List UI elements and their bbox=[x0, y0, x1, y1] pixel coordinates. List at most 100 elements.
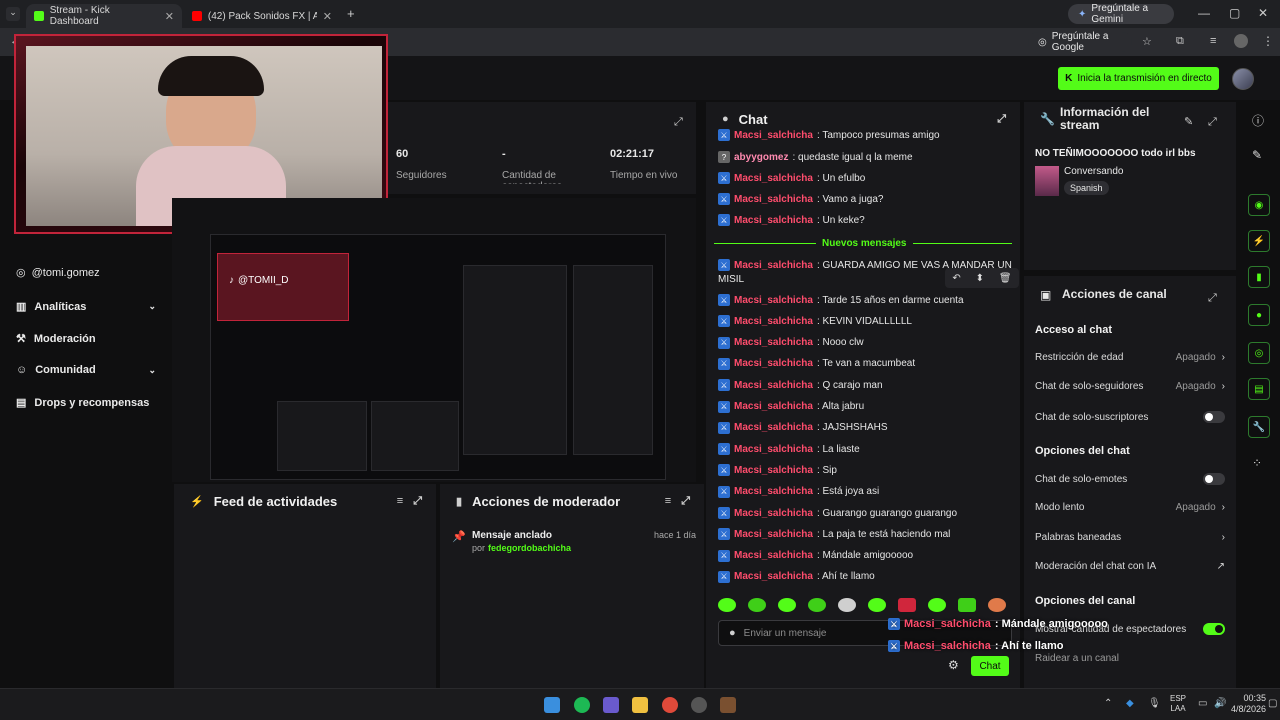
microphone-icon[interactable]: 🎙 bbox=[1148, 698, 1161, 709]
popout-icon[interactable]: ⤢ bbox=[1208, 112, 1217, 130]
maximize-icon[interactable]: ▢ bbox=[1229, 6, 1240, 20]
emote-icon[interactable] bbox=[868, 598, 886, 612]
app-icon[interactable] bbox=[603, 697, 619, 713]
emote-icon[interactable] bbox=[988, 598, 1006, 612]
chat-username[interactable]: Macsi_salchicha bbox=[734, 401, 813, 412]
avatar[interactable] bbox=[1232, 68, 1254, 90]
gear-icon[interactable]: ⚙ bbox=[948, 658, 959, 672]
info-icon[interactable]: ⓘ bbox=[1252, 112, 1264, 129]
minimize-icon[interactable]: — bbox=[1198, 6, 1210, 20]
pinned-by-user[interactable]: fedegordobachicha bbox=[488, 543, 571, 553]
rail-panel-icon[interactable]: ▤ bbox=[1248, 378, 1270, 400]
emote-icon[interactable] bbox=[718, 598, 736, 612]
popout-icon[interactable]: ⤢ bbox=[413, 495, 422, 508]
bookmark-star-icon[interactable]: ☆ bbox=[1142, 35, 1152, 48]
chat-message[interactable]: ⚔ Macsi_salchicha: La paja te está hacien… bbox=[718, 528, 1008, 541]
chat-message[interactable]: ⚔ Macsi_salchicha: Mándale amigooooo bbox=[718, 549, 1008, 562]
slow-mode-row[interactable]: Modo lento Apagado › bbox=[1035, 502, 1225, 513]
popout-icon[interactable]: ⤢ bbox=[997, 113, 1006, 126]
chat-username[interactable]: Macsi_salchicha bbox=[734, 173, 813, 184]
chat-username[interactable]: Macsi_salchicha bbox=[734, 465, 813, 476]
volume-icon[interactable]: 🔊 bbox=[1214, 698, 1226, 709]
chrome-icon[interactable] bbox=[662, 697, 678, 713]
tab-search-icon[interactable]: ⌄ bbox=[6, 7, 20, 21]
rail-camera-icon[interactable]: ◉ bbox=[1248, 194, 1270, 216]
chat-message[interactable]: ⚔ Macsi_salchicha: Vamo a juga? bbox=[718, 193, 1008, 205]
chat-message[interactable]: ⚔ Macsi_salchicha: Guarango guarango guar… bbox=[718, 507, 1008, 519]
chat-username[interactable]: Macsi_salchicha bbox=[734, 316, 813, 327]
chat-username[interactable]: Macsi_salchicha bbox=[734, 508, 813, 519]
pin-icon[interactable]: ⬍ bbox=[976, 273, 984, 284]
edit-icon[interactable]: ✎ bbox=[1184, 112, 1193, 130]
notification-icon[interactable]: ▢ bbox=[1268, 698, 1277, 709]
tray-app-icon[interactable]: ◆ bbox=[1126, 698, 1134, 709]
apps-icon[interactable]: ⁘ bbox=[1252, 456, 1262, 470]
chat-username[interactable]: Macsi_salchicha bbox=[734, 358, 813, 369]
close-icon[interactable]: ✕ bbox=[165, 10, 174, 23]
chat-message[interactable]: ⚔ Macsi_salchicha: Está joya asi bbox=[718, 485, 1008, 498]
chat-username[interactable]: Macsi_salchicha bbox=[734, 215, 813, 226]
game-icon[interactable] bbox=[720, 697, 736, 713]
new-tab-button[interactable]: + bbox=[347, 6, 355, 21]
chat-message[interactable]: ⚔ Macsi_salchicha: La liaste bbox=[718, 443, 1008, 456]
chat-username[interactable]: Macsi_salchicha bbox=[734, 130, 813, 141]
menu-kebab-icon[interactable]: ⋮ bbox=[1262, 34, 1274, 48]
chat-message[interactable]: ⚔ Macsi_salchicha: Tarde 15 años en darme… bbox=[718, 294, 1008, 306]
chat-message[interactable]: ⚔ Macsi_salchicha: Sip bbox=[718, 464, 1008, 477]
chat-username[interactable]: Macsi_salchicha bbox=[734, 337, 813, 348]
file-explorer-icon[interactable] bbox=[632, 697, 648, 713]
show-viewers-toggle[interactable] bbox=[1203, 623, 1225, 635]
emote-icon[interactable] bbox=[838, 598, 856, 612]
rail-wrench-icon[interactable]: 🔧 bbox=[1248, 416, 1270, 438]
filter-icon[interactable]: ≡ bbox=[665, 495, 671, 507]
emote-icon[interactable] bbox=[898, 598, 916, 612]
emote-icon[interactable] bbox=[748, 598, 766, 612]
chat-message[interactable]: ⚔ Macsi_salchicha: Un keke? bbox=[718, 214, 1008, 226]
followers-only-row[interactable]: Chat de solo-seguidores Apagado › bbox=[1035, 381, 1225, 392]
stream-preview[interactable]: ♪ @TOMII_D bbox=[172, 198, 696, 482]
chat-message[interactable]: ⚔ Macsi_salchicha: Te van a macumbeat bbox=[718, 357, 1008, 370]
extensions-icon[interactable]: ⧉ bbox=[1176, 35, 1184, 48]
network-icon[interactable]: ▭ bbox=[1198, 698, 1207, 709]
emote-icon[interactable] bbox=[808, 598, 826, 612]
stream-category[interactable]: Conversando bbox=[1064, 166, 1123, 177]
chat-username[interactable]: Macsi_salchicha bbox=[734, 529, 813, 540]
chat-message[interactable]: ⚔ Macsi_salchicha: Un efulbo bbox=[718, 172, 1008, 184]
profile-icon[interactable] bbox=[1234, 34, 1248, 48]
send-chat-button[interactable]: Chat bbox=[971, 656, 1009, 676]
chat-message[interactable]: ⚔ Macsi_salchicha: Nooo clw bbox=[718, 336, 1008, 349]
spotify-icon[interactable] bbox=[574, 697, 590, 713]
banned-words-row[interactable]: Palabras baneadas › bbox=[1035, 532, 1225, 543]
close-icon[interactable]: ✕ bbox=[323, 10, 332, 23]
sidebar-item-comunidad[interactable]: ☺ Comunidad ⌄ bbox=[16, 364, 156, 376]
chat-username[interactable]: Macsi_salchicha bbox=[734, 194, 813, 205]
emote-icon[interactable] bbox=[778, 598, 796, 612]
chat-message[interactable]: ⚔ Macsi_salchicha: Q carajo man bbox=[718, 379, 1008, 392]
emote-icon[interactable] bbox=[928, 598, 946, 612]
go-live-button[interactable]: K Inicia la transmisión en directo bbox=[1058, 67, 1219, 90]
chat-message[interactable]: ⚔ Macsi_salchicha: Ahí te llamo bbox=[718, 570, 1008, 583]
obs-icon[interactable] bbox=[691, 697, 707, 713]
emotes-only-toggle[interactable] bbox=[1203, 473, 1225, 485]
close-window-icon[interactable]: ✕ bbox=[1258, 6, 1268, 20]
chat-message[interactable]: ⚔ Macsi_salchicha: JAJSHSHAHS bbox=[718, 421, 1008, 434]
raid-row[interactable]: Raidear a un canal bbox=[1035, 653, 1225, 664]
sidebar-item-moderacion[interactable]: ⚒ Moderación bbox=[16, 332, 156, 346]
chat-message[interactable]: ⚔ Macsi_salchicha: Tampoco presumas amigo bbox=[718, 129, 1008, 141]
gemini-button[interactable]: ✦ Pregúntale a Gemini bbox=[1068, 3, 1174, 25]
media-icon[interactable]: ≡ bbox=[1210, 35, 1216, 47]
chat-username[interactable]: Macsi_salchicha bbox=[734, 422, 813, 433]
google-lens-button[interactable]: ◎ Pregúntale a Google bbox=[1028, 31, 1132, 53]
rail-broadcast-icon[interactable]: ◎ bbox=[1248, 342, 1270, 364]
age-restriction-row[interactable]: Restricción de edad Apagado › bbox=[1035, 352, 1225, 363]
pencil-icon[interactable]: ✎ bbox=[1252, 148, 1262, 162]
delete-icon[interactable]: 🗑 bbox=[999, 273, 1012, 284]
chat-message[interactable]: ⚔ Macsi_salchicha: Alta jabru bbox=[718, 400, 1008, 413]
chat-username[interactable]: Macsi_salchicha bbox=[734, 260, 813, 271]
tab-youtube[interactable]: (42) Pack Sonidos FX | AMBIEN ✕ bbox=[184, 4, 340, 28]
tray-chevron-icon[interactable]: ⌃ bbox=[1104, 698, 1112, 709]
chat-username[interactable]: Macsi_salchicha bbox=[734, 295, 813, 306]
tab-kick-dashboard[interactable]: Stream - Kick Dashboard ✕ bbox=[26, 4, 182, 28]
ai-moderation-row[interactable]: Moderación del chat con IA ↗ bbox=[1035, 561, 1225, 572]
clock[interactable]: 00:35 4/8/2026 bbox=[1226, 693, 1266, 715]
